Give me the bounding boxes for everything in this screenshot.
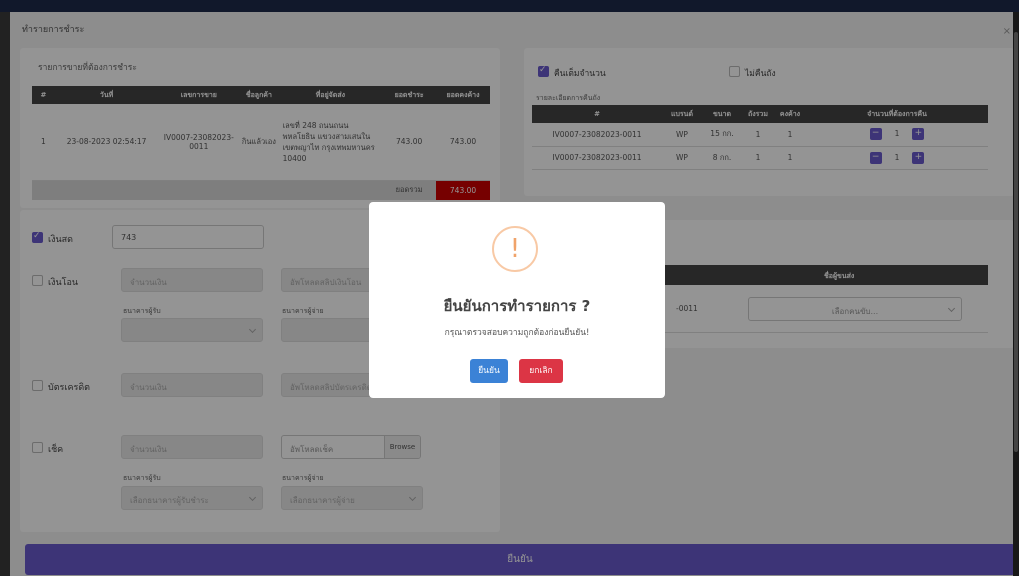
dialog-title: ยืนยันการทำรายการ ? <box>443 297 591 315</box>
confirm-button[interactable]: ยืนยัน <box>470 359 508 383</box>
cancel-button[interactable]: ยกเลิก <box>519 359 563 383</box>
confirm-dialog: ! ยืนยันการทำรายการ ? กรุณาตรวจสอบความถู… <box>369 202 665 398</box>
dialog-text: กรุณาตรวจสอบความถูกต้องก่อนยืนยัน! <box>444 328 590 338</box>
warning-icon: ! <box>492 226 538 272</box>
